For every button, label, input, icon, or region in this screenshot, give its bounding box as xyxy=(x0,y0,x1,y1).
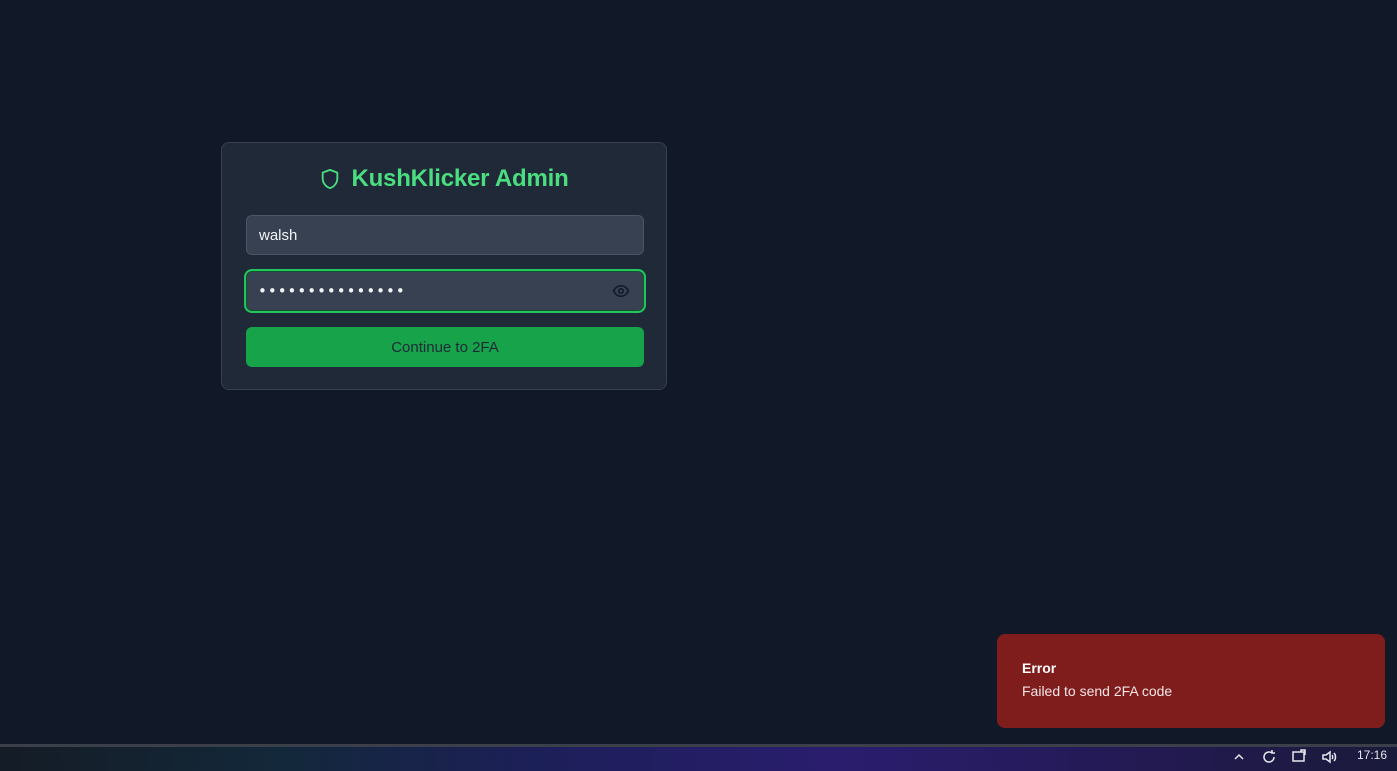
password-input[interactable] xyxy=(258,271,598,311)
continue-to-2fa-button[interactable]: Continue to 2FA xyxy=(246,327,644,367)
error-toast: Error Failed to send 2FA code xyxy=(997,634,1385,728)
taskbar: 17:16 xyxy=(0,744,1397,771)
username-input[interactable] xyxy=(246,215,644,255)
chevron-up-icon[interactable] xyxy=(1231,749,1247,765)
toast-title: Error xyxy=(1022,660,1057,676)
network-icon[interactable] xyxy=(1291,749,1307,765)
system-tray xyxy=(1231,749,1337,765)
volume-icon[interactable] xyxy=(1321,749,1337,765)
password-field-wrapper[interactable] xyxy=(244,269,646,313)
login-page: KushKlicker Admin Continue to 2FA Error … xyxy=(0,0,1397,771)
shield-icon xyxy=(319,167,341,191)
taskbar-clock[interactable]: 17:16 xyxy=(1357,748,1387,762)
toast-message: Failed to send 2FA code xyxy=(1022,683,1173,699)
title-row: KushKlicker Admin xyxy=(222,163,666,195)
login-card: KushKlicker Admin Continue to 2FA xyxy=(221,142,667,390)
page-title: KushKlicker Admin xyxy=(351,165,569,192)
eye-icon[interactable] xyxy=(612,282,630,300)
refresh-icon[interactable] xyxy=(1261,749,1277,765)
